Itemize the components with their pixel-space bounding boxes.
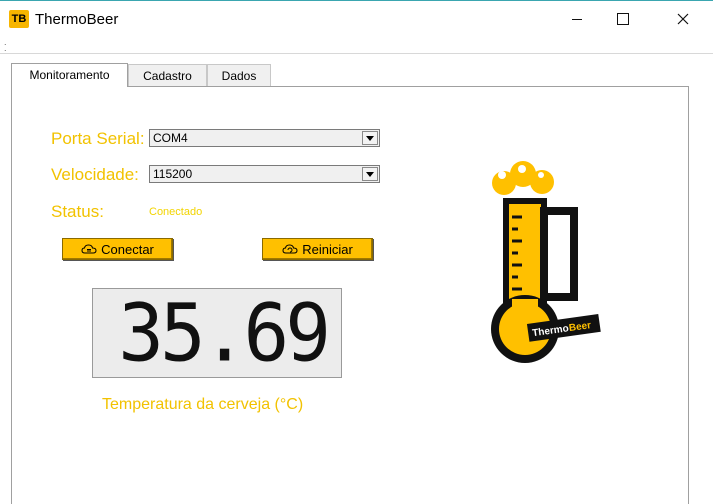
grip-icon[interactable]: .. [4, 38, 7, 53]
tab-cadastro[interactable]: Cadastro [128, 64, 207, 86]
minimize-button[interactable] [554, 1, 600, 37]
porta-serial-label: Porta Serial: [51, 129, 145, 148]
temperature-value: 35.69 [118, 285, 331, 380]
toolbar-strip: .. [0, 37, 713, 54]
status-value: Conectado [149, 206, 203, 218]
porta-serial-select[interactable]: COM4 [149, 129, 380, 147]
app-icon: TB [9, 10, 29, 28]
chevron-down-icon[interactable] [362, 131, 378, 145]
conectar-label: Conectar [101, 241, 154, 257]
porta-serial-value: COM4 [153, 131, 188, 145]
close-button[interactable] [660, 1, 706, 37]
reiniciar-label: Reiniciar [302, 241, 353, 257]
title-bar: TB ThermoBeer [0, 1, 713, 37]
window-title: ThermoBeer [35, 11, 119, 28]
cloud-link-icon [81, 244, 97, 254]
tab-monitoramento[interactable]: Monitoramento [11, 63, 128, 87]
minimize-icon [572, 18, 582, 20]
conectar-button[interactable]: Conectar [62, 238, 173, 260]
app-window: TB ThermoBeer .. Monitoramento Cadastro … [0, 0, 713, 504]
status-label: Status: [51, 202, 104, 221]
tab-dados[interactable]: Dados [207, 64, 271, 86]
maximize-icon [617, 13, 629, 25]
maximize-button[interactable] [600, 1, 646, 37]
cloud-refresh-icon [282, 244, 298, 254]
reiniciar-button[interactable]: Reiniciar [262, 238, 373, 260]
chevron-down-icon[interactable] [362, 167, 378, 181]
temperature-caption: Temperatura da cerveja (°C) [102, 396, 304, 413]
velocidade-value: 115200 [153, 167, 193, 181]
velocidade-label: Velocidade: [51, 165, 139, 184]
velocidade-select[interactable]: 115200 [149, 165, 380, 183]
close-icon [677, 13, 689, 25]
thermobeer-logo: Thermo Beer [491, 161, 601, 363]
temperature-display: 35.69 [92, 288, 342, 378]
